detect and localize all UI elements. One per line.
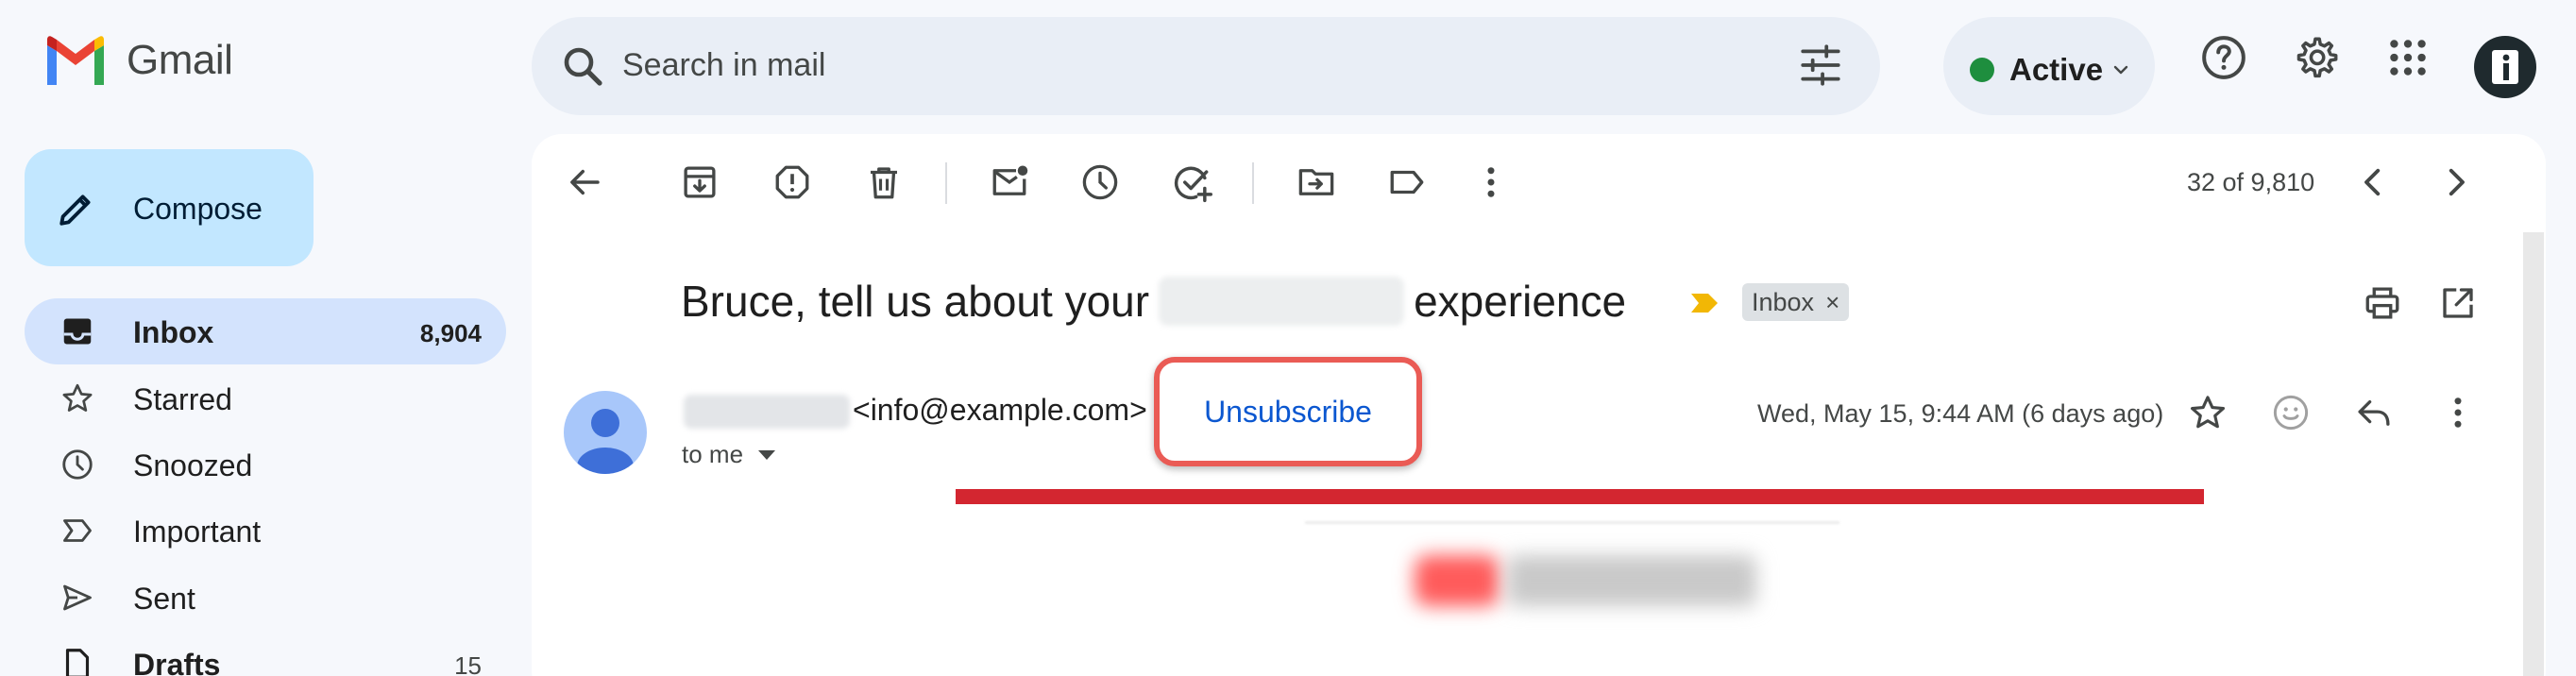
search-input[interactable]: Search in mail <box>622 47 825 84</box>
inbox-icon <box>60 314 94 348</box>
gmail-logo-icon <box>43 36 108 85</box>
sidebar-item-label: Sent <box>133 582 195 616</box>
account-avatar[interactable] <box>2474 36 2536 98</box>
annotation-underline <box>956 489 2204 504</box>
settings-icon[interactable] <box>2292 34 2339 81</box>
app-name: Gmail <box>127 37 233 83</box>
sidebar-item-sent[interactable]: Sent <box>25 565 506 631</box>
toolbar-divider <box>1252 162 1254 204</box>
chevron-left-icon[interactable] <box>2353 162 2393 202</box>
more-vert-icon[interactable] <box>2438 393 2478 432</box>
print-icon[interactable] <box>2363 283 2402 323</box>
sidebar-item-drafts[interactable]: Drafts 15 <box>25 631 506 676</box>
redacted-brand-logo <box>1415 555 1500 606</box>
sidebar-item-starred[interactable]: Starred <box>25 365 506 431</box>
gmail-logo[interactable]: Gmail <box>43 36 233 85</box>
remove-label-button[interactable]: × <box>1825 288 1839 317</box>
unsubscribe-label: Unsubscribe <box>1204 394 1372 429</box>
label-chip-text: Inbox <box>1752 287 1815 316</box>
recipient-details-toggle[interactable]: to me <box>682 440 777 469</box>
sidebar-item-snoozed[interactable]: Snoozed <box>25 431 506 498</box>
person-icon <box>2486 46 2524 88</box>
compose-label: Compose <box>133 192 263 226</box>
mark-unread-icon[interactable] <box>990 162 1029 202</box>
draft-icon <box>60 647 94 676</box>
sidebar-item-label: Drafts <box>133 648 221 676</box>
sidebar-item-label: Snoozed <box>133 448 253 482</box>
send-icon <box>60 581 94 615</box>
status-selector[interactable]: Active <box>1943 17 2155 115</box>
status-dot <box>1970 58 1994 82</box>
report-spam-icon[interactable] <box>772 162 812 202</box>
person-icon <box>564 391 647 474</box>
pencil-icon <box>57 189 96 228</box>
email-date: Wed, May 15, 9:44 AM (6 days ago) <box>1757 399 2164 428</box>
reply-icon[interactable] <box>2354 393 2394 432</box>
toolbar-divider <box>945 162 947 204</box>
unread-count: 8,904 <box>419 319 482 347</box>
subject-text-start: Bruce, tell us about your <box>681 277 1150 326</box>
subject-text-end: experience <box>1414 277 1627 326</box>
add-task-icon[interactable] <box>1172 162 1213 204</box>
sidebar-item-label: Important <box>133 515 262 549</box>
star-icon[interactable] <box>2188 393 2228 432</box>
chevron-down-icon <box>2110 59 2132 81</box>
chevron-right-icon[interactable] <box>2436 162 2476 202</box>
sidebar-item-label: Inbox <box>133 315 214 349</box>
open-new-window-icon[interactable] <box>2438 283 2478 323</box>
importance-marker-icon[interactable] <box>1690 293 1719 313</box>
scrollbar[interactable] <box>2523 232 2544 676</box>
apps-grid-icon[interactable] <box>2384 34 2432 81</box>
redacted-brand-name <box>1159 277 1405 326</box>
draft-count: 15 <box>454 651 482 676</box>
help-icon[interactable] <box>2200 34 2247 81</box>
search-bar[interactable]: Search in mail <box>532 17 1880 115</box>
back-arrow-icon[interactable] <box>565 162 604 202</box>
archive-icon[interactable] <box>680 162 720 202</box>
search-icon[interactable] <box>560 43 605 89</box>
status-label: Active <box>2009 52 2104 87</box>
redacted-sender-name <box>684 395 850 429</box>
email-subject: Bruce, tell us about your experience <box>681 276 1626 327</box>
unsubscribe-button[interactable]: Unsubscribe <box>1154 357 1422 466</box>
sender-avatar[interactable] <box>564 391 647 474</box>
email-body-divider <box>1305 521 1839 524</box>
sidebar-item-important[interactable]: Important <box>25 498 506 564</box>
redacted-brand-text <box>1507 555 1756 606</box>
sidebar-item-inbox[interactable]: Inbox 8,904 <box>25 298 506 364</box>
tune-icon[interactable] <box>1797 42 1844 89</box>
move-to-icon[interactable] <box>1296 162 1336 202</box>
snooze-icon[interactable] <box>1080 162 1120 202</box>
label-icon[interactable] <box>1387 162 1427 202</box>
label-chip-inbox: Inbox × <box>1742 283 1850 321</box>
important-icon <box>60 514 94 548</box>
chevron-down-icon <box>756 448 777 462</box>
compose-button[interactable]: Compose <box>25 149 314 266</box>
delete-icon[interactable] <box>864 162 904 202</box>
sidebar-item-label: Starred <box>133 382 232 416</box>
star-icon <box>60 381 94 415</box>
sender-email: <info@example.com> <box>853 393 1147 427</box>
emoji-icon[interactable] <box>2271 393 2311 432</box>
clock-icon <box>60 448 94 482</box>
recipient-text: to me <box>682 440 744 468</box>
more-vert-icon[interactable] <box>1471 162 1511 202</box>
pagination-text: 32 of 9,810 <box>2187 168 2315 196</box>
